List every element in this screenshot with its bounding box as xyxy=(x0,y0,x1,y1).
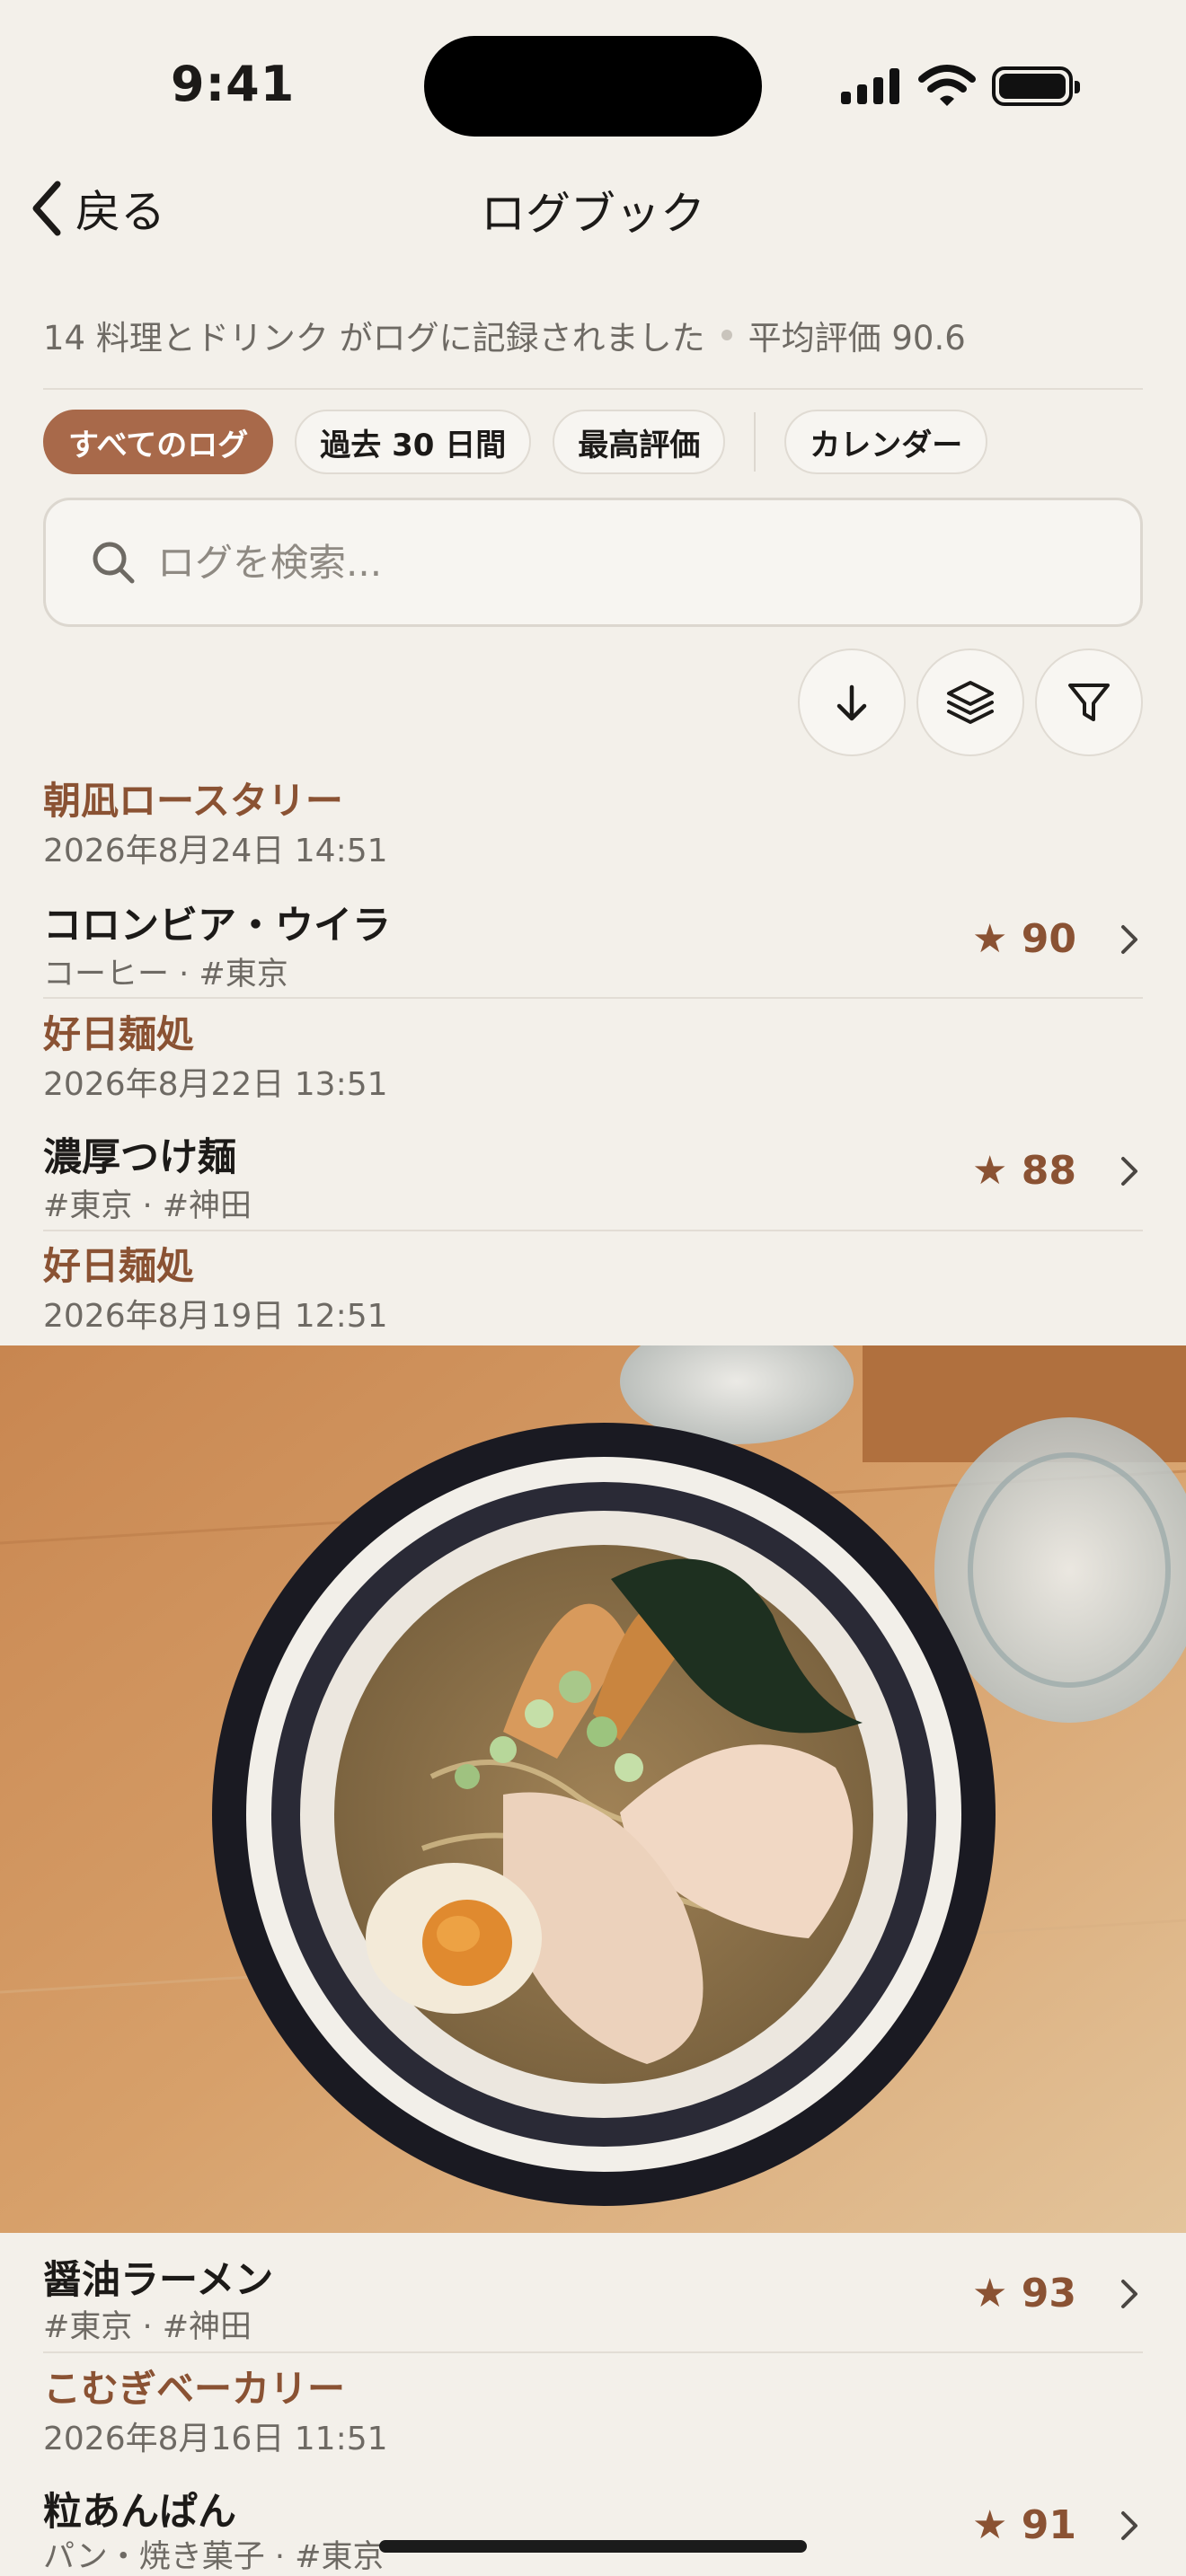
search-input[interactable] xyxy=(157,540,1056,585)
entry-date: 2026年8月16日 11:51 xyxy=(43,2421,388,2457)
rating-score: ★ 91 xyxy=(972,2502,1076,2548)
item-tags: #東京 · #神田 xyxy=(43,2309,252,2345)
arrow-down-icon xyxy=(836,684,867,721)
filter-button[interactable] xyxy=(1035,648,1143,756)
divider xyxy=(43,1230,1143,1231)
cellular-signal-icon xyxy=(841,68,899,104)
filter-icon xyxy=(1068,684,1110,721)
chevron-right-icon xyxy=(1121,2511,1137,2540)
layers-icon xyxy=(947,681,994,724)
average-rating-text: 平均評価 90.6 xyxy=(748,319,966,357)
venue-name[interactable]: 好日麺処 xyxy=(43,1004,194,1059)
search-bar[interactable] xyxy=(43,498,1143,627)
rating-score: ★ 90 xyxy=(972,916,1076,962)
item-tags: パン・焼き菓子 · #東京 xyxy=(43,2539,385,2575)
wifi-icon xyxy=(918,65,976,106)
divider xyxy=(43,2351,1143,2353)
divider xyxy=(43,388,1143,390)
separator-dot xyxy=(721,330,732,340)
item-name: 醤油ラーメン xyxy=(43,2258,274,2303)
home-indicator[interactable] xyxy=(379,2540,807,2553)
item-name: 濃厚つけ麺 xyxy=(43,1135,236,1180)
battery-icon xyxy=(992,66,1080,106)
search-icon xyxy=(93,542,135,584)
entry-date: 2026年8月24日 14:51 xyxy=(43,833,388,869)
item-tags: #東京 · #神田 xyxy=(43,1188,252,1224)
log-summary: 14 料理とドリンク がログに記録されました 平均評価 90.6 xyxy=(43,311,966,359)
rating-score: ★ 88 xyxy=(972,1148,1076,1194)
item-name: 粒あんぱん xyxy=(43,2490,236,2535)
dynamic-island xyxy=(424,36,762,137)
chevron-right-icon xyxy=(1121,925,1137,954)
filter-chip-calendar[interactable]: カレンダー xyxy=(784,410,988,474)
sort-button[interactable] xyxy=(798,648,906,756)
log-count-text: 14 料理とドリンク がログに記録されました xyxy=(43,319,705,357)
filter-chip-last-30-days[interactable]: 過去 30 日間 xyxy=(295,410,532,474)
chip-divider xyxy=(754,412,757,472)
group-button[interactable] xyxy=(916,648,1024,756)
venue-name[interactable]: 朝凪ロースタリー xyxy=(43,771,343,825)
chevron-right-icon xyxy=(1121,2280,1137,2308)
entry-date: 2026年8月19日 12:51 xyxy=(43,1298,388,1335)
item-tags: コーヒー · #東京 xyxy=(43,957,288,992)
status-time: 9:41 xyxy=(171,56,296,112)
page-title: ログブック xyxy=(481,188,705,240)
filter-chip-all-logs[interactable]: すべてのログ xyxy=(43,410,274,474)
filter-chips: すべてのログ 過去 30 日間 最高評価 カレンダー xyxy=(43,410,988,474)
venue-name[interactable]: 好日麺処 xyxy=(43,1236,194,1291)
chevron-right-icon xyxy=(1121,1157,1137,1186)
entry-date: 2026年8月22日 13:51 xyxy=(43,1066,388,1103)
divider xyxy=(43,997,1143,999)
filter-chip-top-rated[interactable]: 最高評価 xyxy=(553,410,726,474)
item-name: コロンビア・ウイラ xyxy=(43,904,391,948)
rating-score: ★ 93 xyxy=(972,2271,1076,2316)
venue-name[interactable]: こむぎベーカリー xyxy=(43,2359,345,2413)
food-photo[interactable] xyxy=(0,1345,1186,2233)
